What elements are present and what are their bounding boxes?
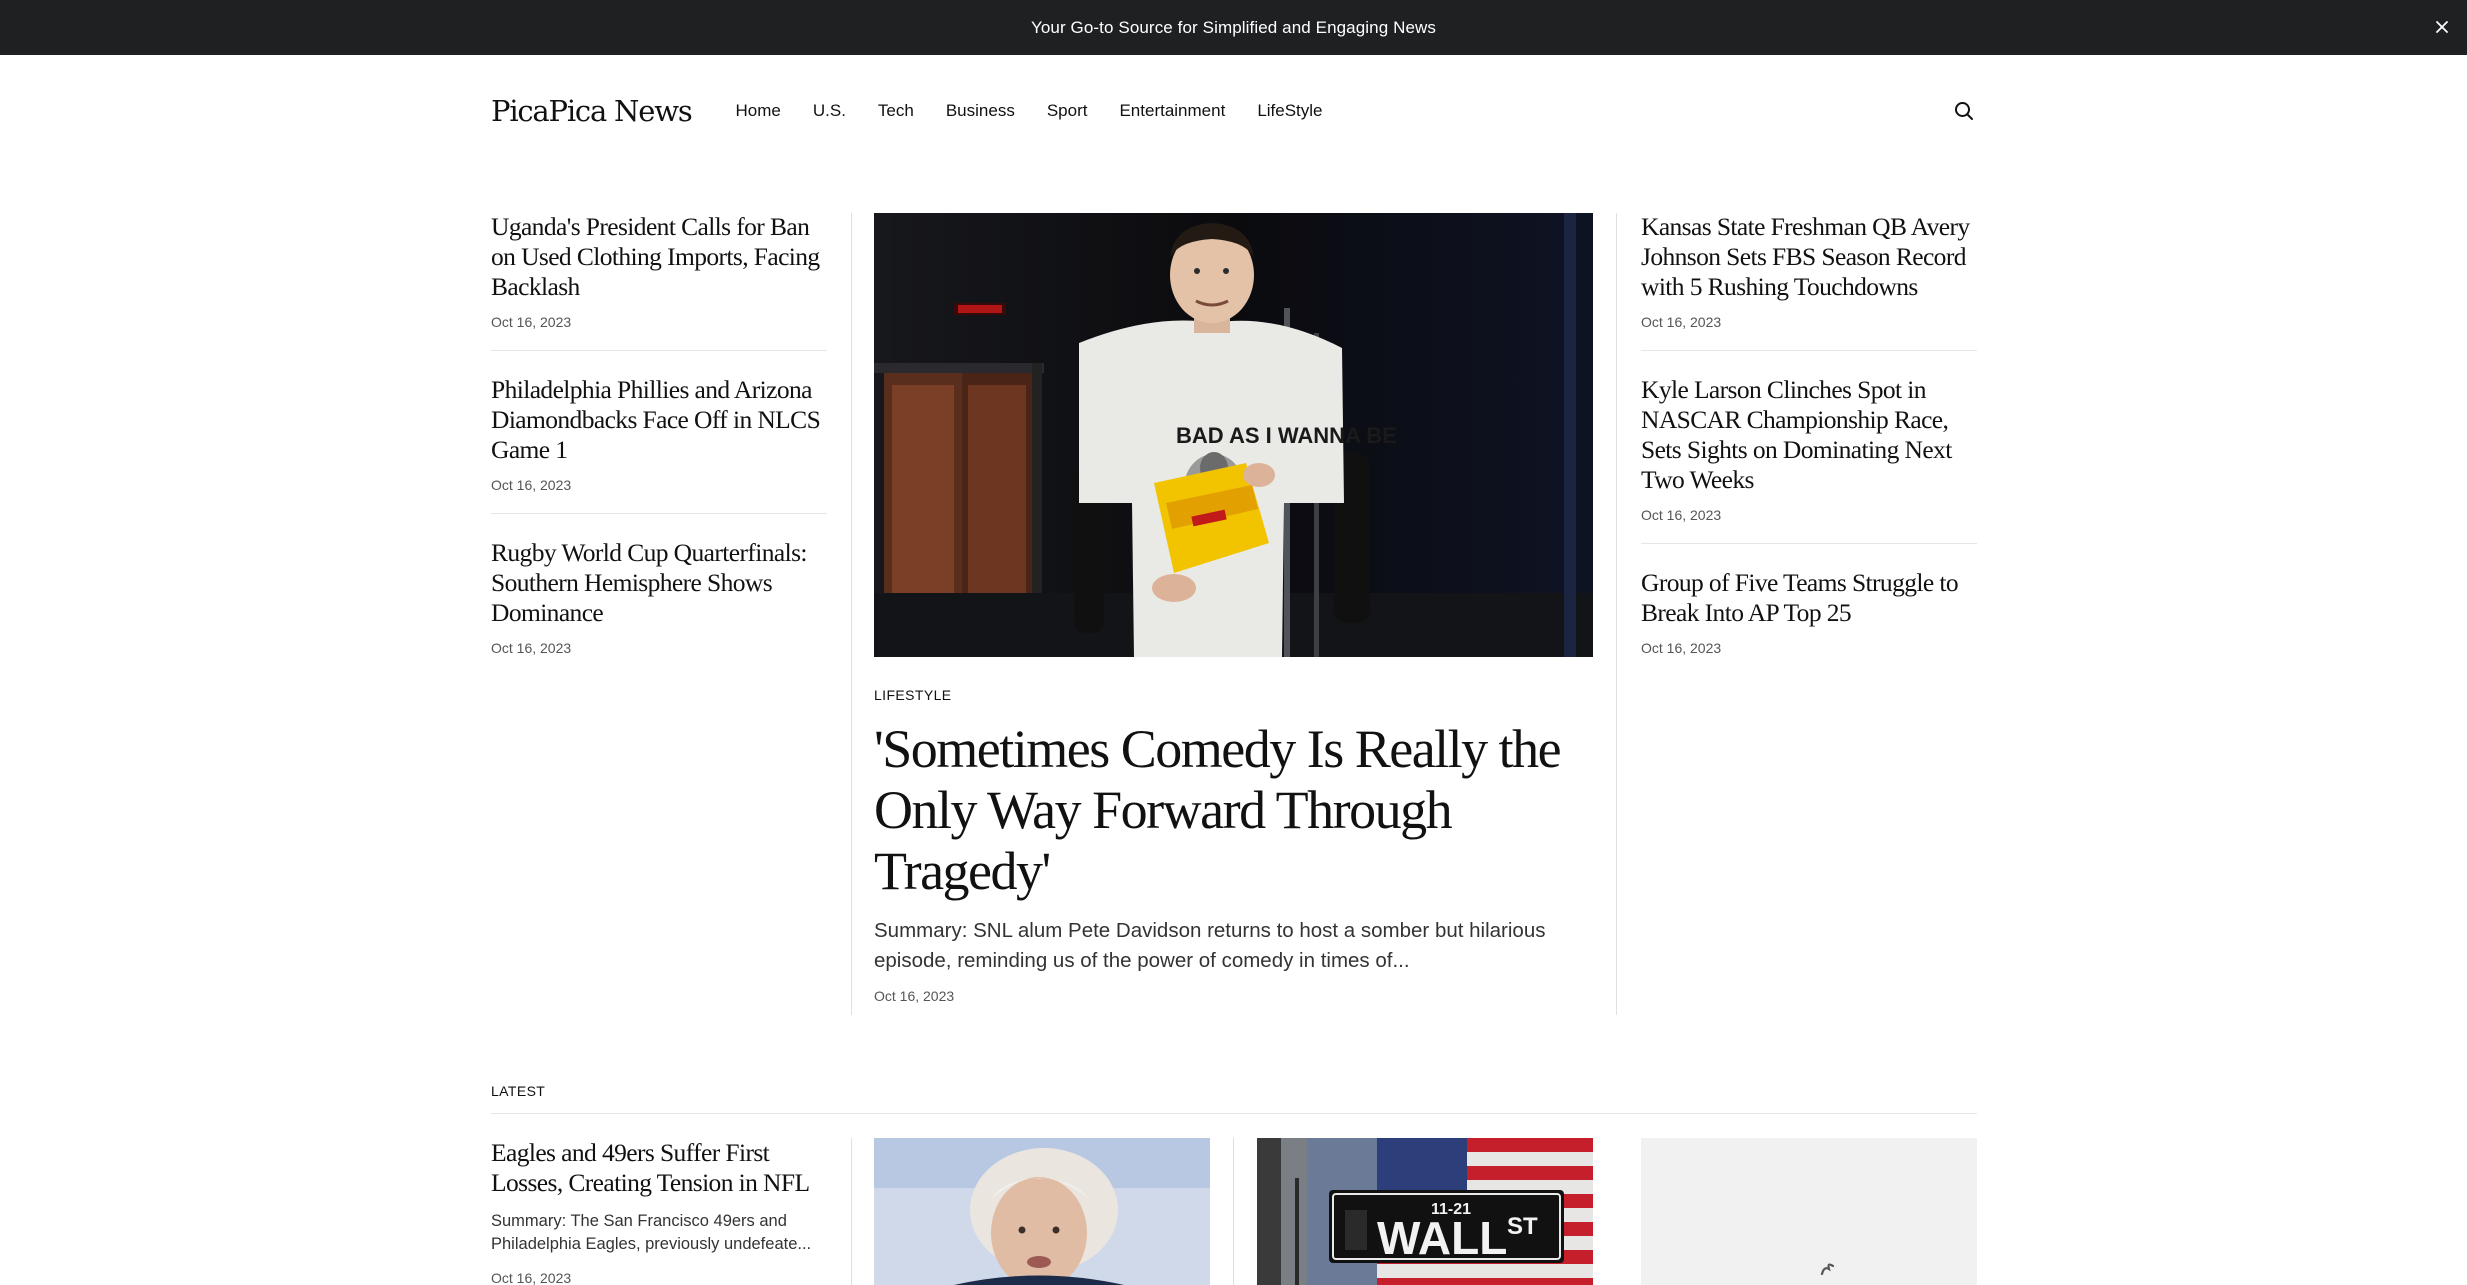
nav-tech[interactable]: Tech	[878, 101, 914, 121]
story-title[interactable]: Group of Five Teams Struggle to Break In…	[1641, 568, 1977, 628]
story-card[interactable]: Kyle Larson Clinches Spot in NASCAR Cham…	[1641, 375, 1977, 523]
announcement-text: Your Go-to Source for Simplified and Eng…	[1030, 17, 1437, 37]
hero-category[interactable]: LIFESTYLE	[874, 687, 1593, 703]
column-divider	[1616, 213, 1617, 1015]
divider	[491, 350, 827, 351]
story-title[interactable]: Kansas State Freshman QB Avery Johnson S…	[1641, 212, 1977, 302]
story-date: Oct 16, 2023	[1641, 507, 1722, 523]
latest-thumbnail-wallst[interactable]: 11-21 WALL ST	[1257, 1138, 1593, 1285]
story-card[interactable]: Kansas State Freshman QB Avery Johnson S…	[1641, 212, 1977, 330]
site-logo[interactable]: PicaPica News	[491, 94, 693, 128]
sign-street: WALL	[1377, 1212, 1507, 1264]
latest-thumbnail-yellen[interactable]	[874, 1138, 1210, 1285]
story-date: Oct 16, 2023	[491, 477, 572, 493]
close-icon[interactable]	[2429, 14, 2455, 40]
section-divider	[491, 1113, 1977, 1114]
announcement-bar: Your Go-to Source for Simplified and Eng…	[0, 0, 2467, 55]
nav-lifestyle[interactable]: LifeStyle	[1257, 101, 1322, 121]
nav-entertainment[interactable]: Entertainment	[1119, 101, 1225, 121]
nav-sport[interactable]: Sport	[1047, 101, 1088, 121]
nav-home[interactable]: Home	[736, 101, 781, 121]
section-label-latest: LATEST	[491, 1083, 546, 1099]
story-title[interactable]: Eagles and 49ers Suffer First Losses, Cr…	[491, 1138, 827, 1198]
story-summary: Summary: The San Francisco 49ers and Phi…	[491, 1212, 812, 1253]
divider	[1641, 543, 1977, 544]
story-card[interactable]: Group of Five Teams Struggle to Break In…	[1641, 568, 1977, 656]
left-stories: Uganda's President Calls for Ban on Used…	[491, 212, 827, 656]
story-title[interactable]: Rugby World Cup Quarterfinals: Southern …	[491, 538, 827, 628]
nav-us[interactable]: U.S.	[813, 101, 846, 121]
column-divider	[1233, 1138, 1234, 1285]
main-nav: Home U.S. Tech Business Sport Entertainm…	[736, 101, 1355, 121]
search-icon[interactable]	[1951, 98, 1977, 124]
story-card[interactable]: Uganda's President Calls for Ban on Used…	[491, 212, 827, 330]
story-date: Oct 16, 2023	[1641, 314, 1722, 330]
site-header: PicaPica News Home U.S. Tech Business Sp…	[491, 55, 1977, 166]
divider	[1641, 350, 1977, 351]
story-title[interactable]: Uganda's President Calls for Ban on Used…	[491, 212, 827, 302]
hero-summary: Summary: SNL alum Pete Davidson returns …	[874, 919, 1546, 972]
hero-date: Oct 16, 2023	[874, 988, 955, 1004]
column-divider	[851, 213, 852, 1015]
hero-story: BAD AS I WANNA BE LIFESTYLE 'Sometimes C…	[874, 213, 1593, 1004]
story-date: Oct 16, 2023	[491, 640, 572, 656]
nav-business[interactable]: Business	[946, 101, 1015, 121]
hero-title[interactable]: 'Sometimes Comedy Is Really the Only Way…	[874, 719, 1593, 902]
divider	[491, 513, 827, 514]
story-card[interactable]: Rugby World Cup Quarterfinals: Southern …	[491, 538, 827, 656]
story-title[interactable]: Kyle Larson Clinches Spot in NASCAR Cham…	[1641, 375, 1977, 495]
shirt-text: BAD AS I WANNA BE	[1176, 423, 1397, 448]
story-title[interactable]: Philadelphia Phillies and Arizona Diamon…	[491, 375, 827, 465]
hero-image[interactable]: BAD AS I WANNA BE	[874, 213, 1593, 657]
story-date: Oct 16, 2023	[1641, 640, 1722, 656]
story-date: Oct 16, 2023	[491, 1270, 572, 1285]
column-divider	[851, 1138, 852, 1285]
latest-thumbnail-placeholder[interactable]	[1641, 1138, 1977, 1285]
story-card[interactable]: Philadelphia Phillies and Arizona Diamon…	[491, 375, 827, 493]
right-stories: Kansas State Freshman QB Avery Johnson S…	[1641, 212, 1977, 656]
sign-suffix: ST	[1507, 1213, 1538, 1240]
story-date: Oct 16, 2023	[491, 314, 572, 330]
latest-story-card[interactable]: Eagles and 49ers Suffer First Losses, Cr…	[491, 1138, 827, 1285]
